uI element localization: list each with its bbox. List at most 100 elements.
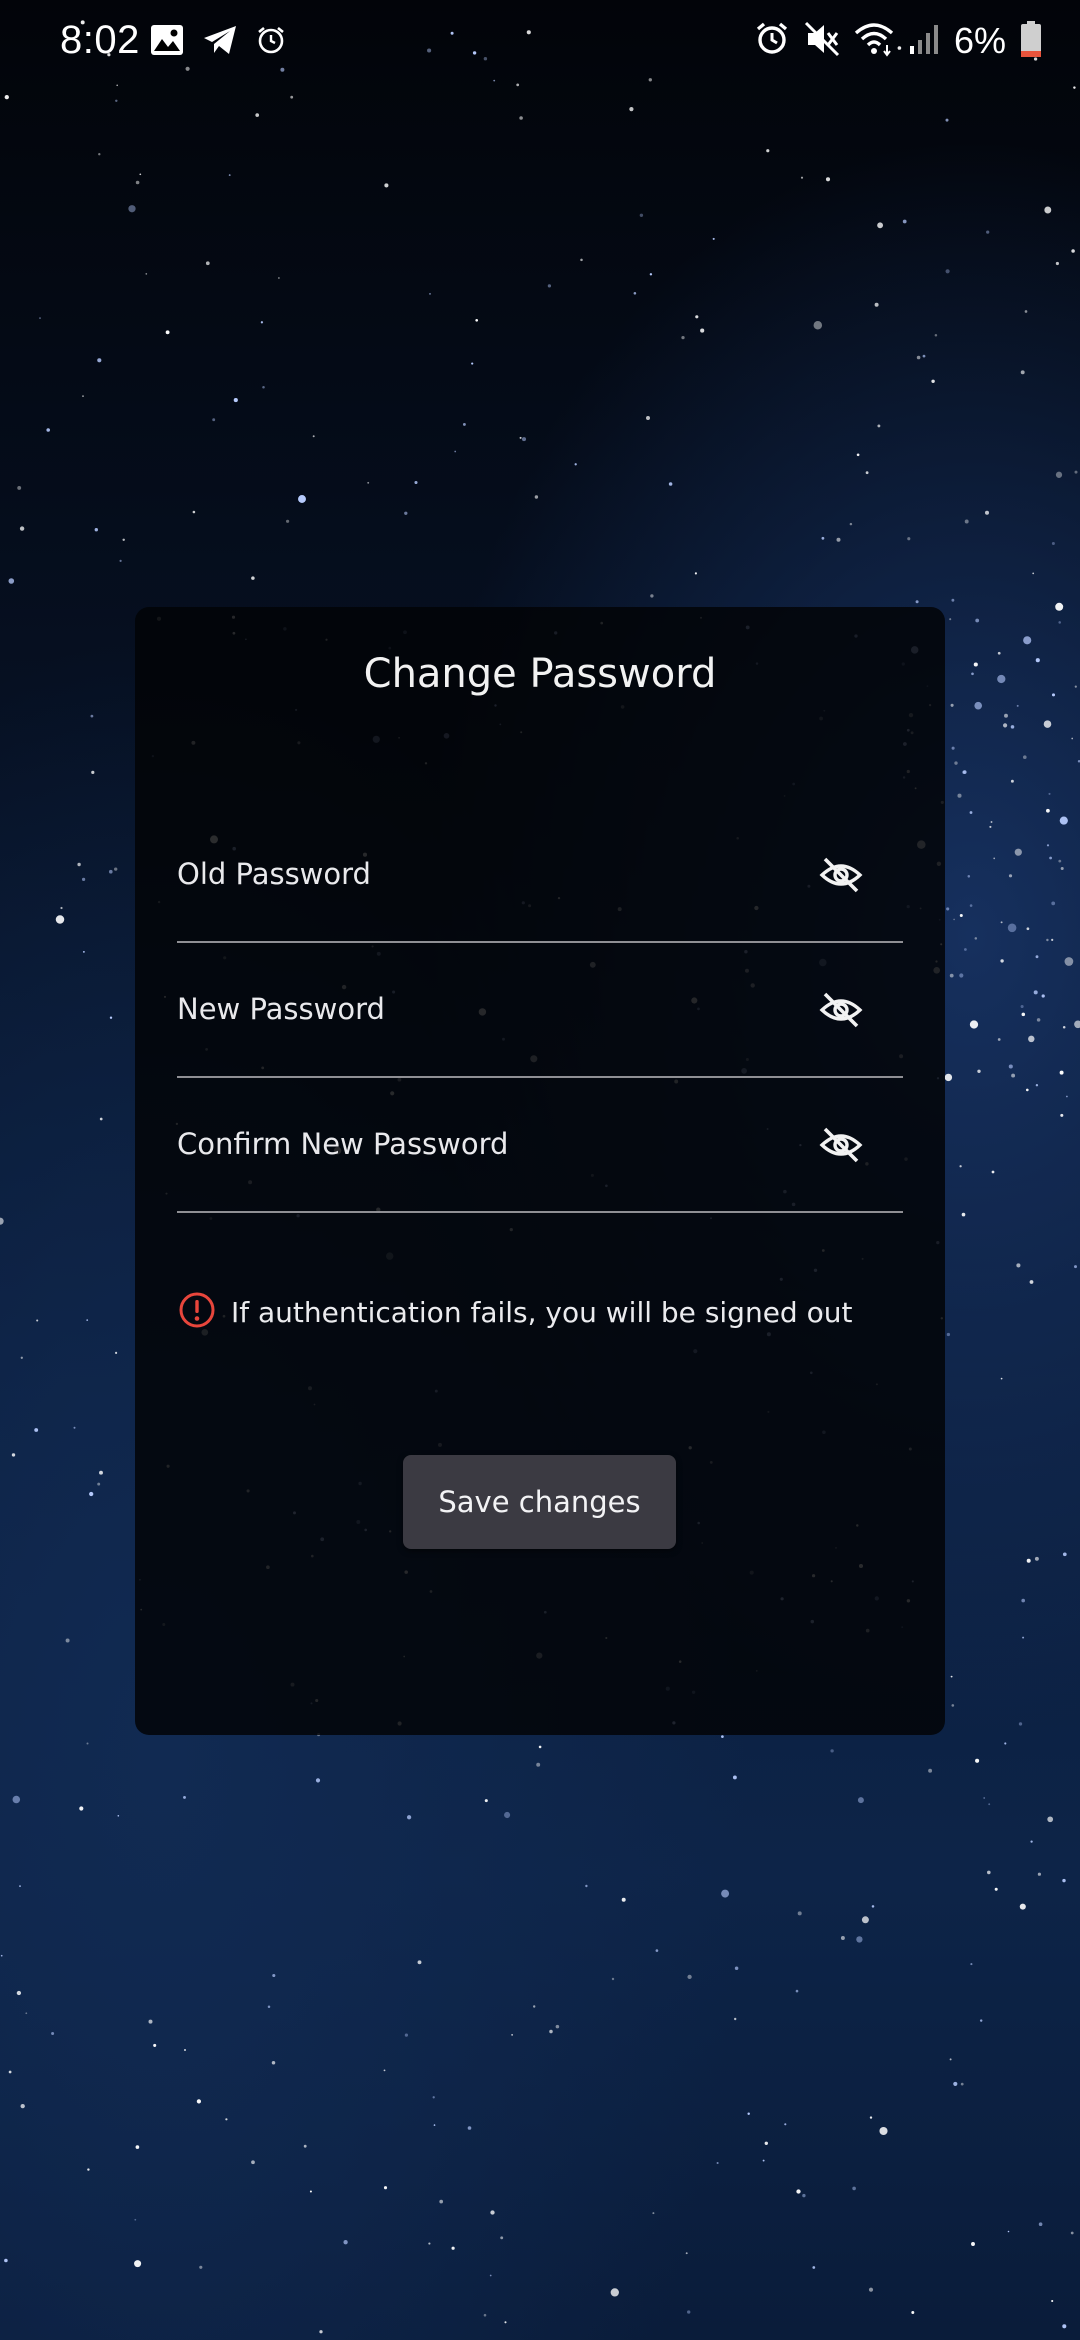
star: [766, 149, 770, 153]
star: [970, 1963, 973, 1966]
star: [585, 1884, 588, 1888]
star: [8, 578, 15, 584]
star: [199, 2265, 203, 2269]
star: [511, 2034, 513, 2036]
alarm-icon: [256, 25, 286, 59]
star: [483, 2313, 487, 2317]
star: [1051, 2299, 1054, 2303]
new-password-field[interactable]: New Password: [177, 940, 903, 1078]
star: [687, 2310, 691, 2314]
star: [931, 379, 935, 384]
star: [852, 2186, 856, 2191]
star: [533, 2005, 536, 2008]
star: [1026, 927, 1030, 931]
telegram-icon: [202, 24, 238, 60]
star: [134, 2218, 137, 2221]
star: [79, 1806, 84, 1811]
star: [953, 918, 955, 921]
star: [1011, 1073, 1016, 1078]
star: [954, 761, 958, 765]
star: [721, 1735, 724, 1738]
star: [1004, 1742, 1007, 1745]
star: [404, 2033, 408, 2037]
star: [1020, 370, 1025, 375]
star: [451, 2246, 455, 2250]
star: [856, 1936, 863, 1943]
star: [86, 1742, 89, 1745]
old-password-field[interactable]: Old Password: [177, 805, 903, 943]
signout-warning: If authentication fails, you will be sig…: [177, 1290, 852, 1334]
star: [716, 2161, 719, 2165]
star: [849, 522, 853, 526]
star: [633, 291, 637, 295]
star: [19, 526, 25, 531]
star: [128, 205, 136, 213]
star: [1021, 1012, 1026, 1017]
star: [825, 177, 831, 182]
star: [1074, 685, 1077, 688]
star: [262, 385, 265, 389]
star: [629, 106, 634, 112]
star: [721, 1889, 730, 1898]
toggle-visibility-icon[interactable]: [819, 855, 863, 895]
star: [0, 1217, 4, 1225]
star: [82, 395, 84, 397]
star: [1026, 1558, 1031, 1563]
star: [1008, 1064, 1013, 1069]
save-changes-button[interactable]: Save changes: [403, 1455, 676, 1549]
star: [934, 333, 938, 337]
star: [950, 703, 954, 707]
star: [1016, 1263, 1021, 1268]
star: [621, 1897, 626, 1902]
star: [119, 559, 122, 563]
star: [153, 2043, 157, 2047]
star: [271, 2061, 276, 2065]
star: [984, 510, 990, 515]
star: [414, 480, 418, 485]
star: [989, 825, 992, 828]
star: [971, 2242, 975, 2246]
star: [319, 2330, 323, 2334]
star: [916, 355, 921, 360]
star: [1018, 1722, 1023, 1726]
star: [830, 1749, 834, 1753]
star: [1008, 874, 1013, 878]
star: [16, 1990, 22, 1996]
signal-icon: [908, 22, 940, 60]
star: [1055, 602, 1064, 611]
star: [734, 1966, 739, 1971]
star: [4, 94, 9, 100]
star: [1044, 206, 1052, 214]
star: [964, 948, 967, 951]
star: [290, 95, 294, 99]
star: [1034, 1556, 1039, 1561]
confirm-password-field[interactable]: Confirm New Password: [177, 1075, 903, 1213]
star: [489, 2274, 492, 2277]
star: [877, 424, 881, 428]
status-time: 8:02: [60, 18, 140, 62]
star: [19, 1885, 21, 1887]
star: [974, 937, 978, 940]
star: [987, 1870, 991, 1875]
star: [610, 2288, 619, 2297]
toggle-visibility-icon[interactable]: [819, 990, 863, 1030]
star: [433, 2124, 436, 2126]
toggle-visibility-icon[interactable]: [819, 1125, 863, 1165]
star: [840, 1936, 845, 1940]
star: [1060, 1113, 1064, 1117]
star: [135, 180, 140, 185]
star: [20, 1356, 23, 1359]
star: [12, 1795, 21, 1804]
star: [796, 2189, 801, 2194]
star: [1049, 856, 1052, 860]
star: [298, 495, 306, 503]
star: [135, 2145, 140, 2149]
star: [490, 2210, 495, 2215]
star: [1014, 848, 1022, 856]
star: [8, 2070, 12, 2074]
star: [1020, 1004, 1024, 1009]
star: [915, 600, 919, 604]
star: [148, 2019, 153, 2024]
star: [961, 1212, 966, 1217]
star: [922, 354, 926, 358]
